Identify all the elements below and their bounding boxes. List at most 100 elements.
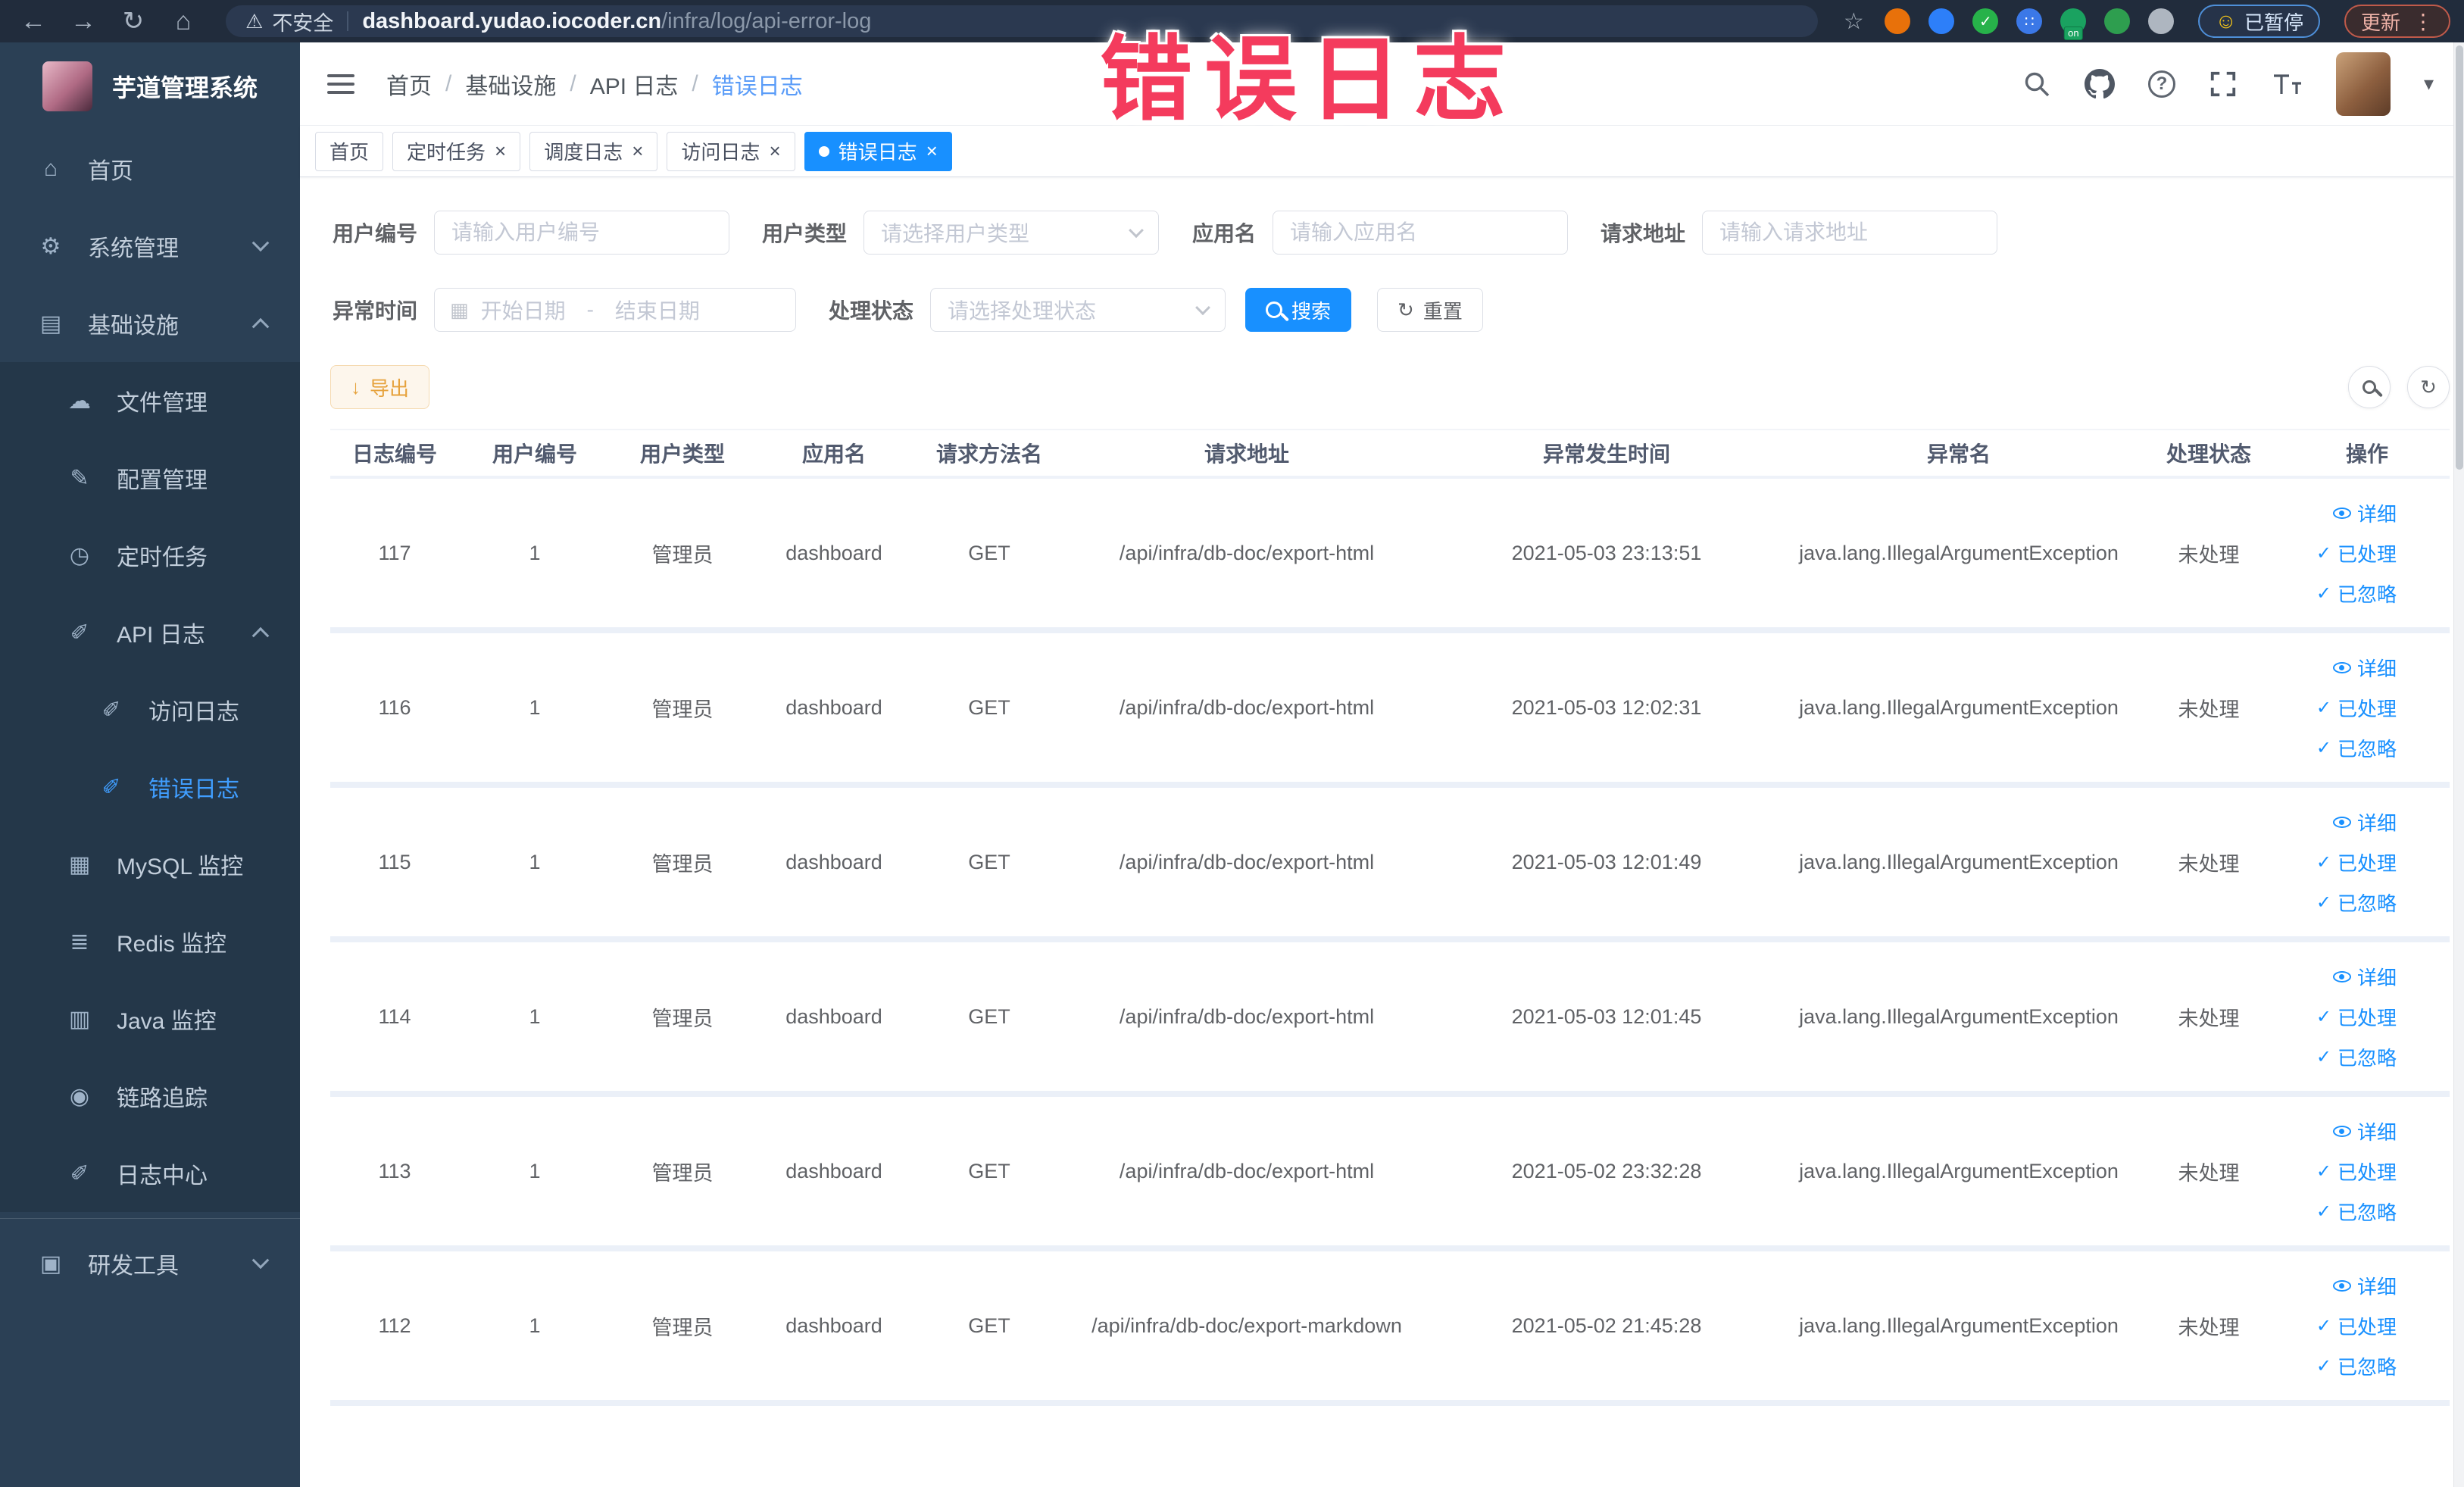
breadcrumb-item[interactable]: 首页: [386, 67, 432, 101]
chevron-down-icon: [251, 234, 270, 252]
hamburger-icon[interactable]: [327, 73, 354, 95]
sidebar-item-java-monitor[interactable]: ▥ Java 监控: [0, 980, 300, 1057]
action-已处理[interactable]: ✓ 已处理: [2316, 1157, 2397, 1186]
fullscreen-icon[interactable]: [2209, 70, 2238, 98]
tab-定时任务[interactable]: 定时任务 ×: [392, 131, 521, 171]
action-已处理[interactable]: ✓ 已处理: [2316, 694, 2397, 722]
user-id-input[interactable]: [434, 211, 729, 255]
ext-green-check-icon[interactable]: ✓: [1972, 8, 1999, 34]
browser-forward-icon[interactable]: →: [64, 0, 103, 42]
close-icon[interactable]: ×: [495, 139, 506, 163]
browser-menu-icon[interactable]: ⋮: [2412, 9, 2434, 34]
sidebar-item-trace[interactable]: ◉ 链路追踪: [0, 1057, 300, 1135]
browser-home-icon[interactable]: ⌂: [164, 0, 203, 42]
action-已处理[interactable]: ✓ 已处理: [2316, 1003, 2397, 1031]
toggle-search-button[interactable]: [2348, 366, 2391, 408]
github-icon[interactable]: [2084, 68, 2115, 99]
tab-首页[interactable]: 首页: [315, 131, 384, 171]
exception-time-range[interactable]: ▦ 开始日期 - 结束日期: [434, 288, 796, 332]
font-size-icon[interactable]: [2271, 70, 2303, 98]
action-详细[interactable]: 详细: [2332, 499, 2397, 527]
action-已忽略[interactable]: ✓ 已忽略: [2316, 579, 2397, 608]
close-icon[interactable]: ×: [769, 139, 780, 163]
logo-image: [42, 61, 92, 111]
request-url-input[interactable]: [1702, 211, 1997, 255]
sidebar-item-log-center[interactable]: ✐ 日志中心: [0, 1135, 300, 1212]
sidebar-item-home[interactable]: ⌂ 首页: [0, 130, 300, 208]
action-已忽略[interactable]: ✓ 已忽略: [2316, 889, 2397, 917]
sidebar-item-redis-monitor[interactable]: ≣ Redis 监控: [0, 903, 300, 980]
check-icon: ✓: [2316, 542, 2331, 564]
action-已忽略[interactable]: ✓ 已忽略: [2316, 1198, 2397, 1226]
action-已忽略[interactable]: ✓ 已忽略: [2316, 1043, 2397, 1071]
close-icon[interactable]: ×: [632, 139, 643, 163]
action-已忽略[interactable]: ✓ 已忽略: [2316, 734, 2397, 762]
process-status-select[interactable]: 请选择处理状态: [930, 288, 1226, 332]
action-详细[interactable]: 详细: [2332, 654, 2397, 682]
sidebar-item-api-log[interactable]: ✐ API 日志: [0, 594, 300, 671]
table-cell: 未处理: [2178, 1007, 2240, 1030]
close-icon[interactable]: ×: [926, 139, 938, 163]
update-label: 更新: [2360, 11, 2400, 34]
paused-pill[interactable]: ☺ 已暂停: [2198, 5, 2320, 38]
ext-on-badge-icon[interactable]: on: [2060, 8, 2087, 40]
scrollbar-thumb[interactable]: [2456, 45, 2463, 470]
table-cell: /api/infra/db-doc/export-html: [1119, 1004, 1375, 1028]
tab-访问日志[interactable]: 访问日志 ×: [667, 131, 795, 171]
sidebar-item-scheduled-jobs[interactable]: ◷ 定时任务: [0, 517, 300, 594]
sidebar-item-devtools[interactable]: ▣ 研发工具: [0, 1225, 300, 1302]
action-label: 已忽略: [2337, 892, 2397, 915]
action-已处理[interactable]: ✓ 已处理: [2316, 539, 2397, 567]
sidebar-logo[interactable]: 芋道管理系统: [0, 42, 300, 130]
update-pill[interactable]: 更新 ⋮: [2344, 5, 2450, 38]
bookmark-star-icon[interactable]: ☆: [1841, 8, 1866, 34]
action-详细[interactable]: 详细: [2332, 808, 2397, 836]
avatar-caret-icon[interactable]: ▾: [2424, 72, 2434, 95]
sidebar-item-mysql-monitor[interactable]: ▦ MySQL 监控: [0, 826, 300, 903]
chevron-down-icon: [251, 1251, 270, 1270]
user-type-select[interactable]: 请选择用户类型: [863, 211, 1159, 255]
action-已处理[interactable]: ✓ 已处理: [2316, 1312, 2397, 1340]
table-cell: 114: [378, 1004, 411, 1028]
help-icon[interactable]: ?: [2147, 70, 2175, 98]
sidebar-item-file-manage[interactable]: ☁ 文件管理: [0, 362, 300, 439]
breadcrumb-item[interactable]: 基础设施: [465, 67, 556, 101]
action-详细[interactable]: 详细: [2332, 1272, 2397, 1300]
browser-back-icon[interactable]: ←: [14, 0, 53, 42]
security-warning-icon[interactable]: ⚠: [245, 10, 263, 33]
window-scrollbar[interactable]: [2453, 42, 2464, 1487]
user-avatar[interactable]: [2335, 52, 2391, 116]
sidebar-item-infra-label: 基础设施: [88, 314, 179, 339]
reset-button[interactable]: ↻ 重置: [1377, 288, 1483, 332]
toolbox-icon: ▣: [39, 1251, 62, 1276]
sidebar-item-error-log-label: 错误日志: [148, 777, 239, 802]
column-header: 异常发生时间: [1542, 442, 1670, 466]
breadcrumb-item[interactable]: API 日志: [590, 67, 679, 101]
ext-grid-icon[interactable]: ∷: [2016, 8, 2043, 34]
address-bar[interactable]: ⚠ 不安全 dashboard.yudao.iocoder.cn /infra/…: [226, 5, 1819, 37]
app-name-input[interactable]: [1273, 211, 1568, 255]
export-button[interactable]: ↓ 导出: [330, 365, 430, 409]
tab-调度日志[interactable]: 调度日志 ×: [529, 131, 658, 171]
sidebar-item-system[interactable]: ⚙ 系统管理: [0, 208, 300, 285]
action-详细[interactable]: 详细: [2332, 963, 2397, 991]
search-icon[interactable]: [2022, 70, 2051, 98]
ext-orange-icon[interactable]: [1885, 8, 1911, 34]
action-已处理[interactable]: ✓ 已处理: [2316, 848, 2397, 876]
browser-reload-icon[interactable]: ↻: [114, 0, 153, 42]
tab-错误日志[interactable]: 错误日志 ×: [804, 131, 952, 171]
search-button[interactable]: 搜索: [1245, 288, 1352, 332]
extensions-puzzle-icon[interactable]: [2148, 8, 2175, 34]
ext-leaf-icon[interactable]: [2104, 8, 2131, 34]
table-cell: GET: [968, 1314, 1010, 1337]
sidebar-item-config-manage[interactable]: ✎ 配置管理: [0, 439, 300, 517]
filter-row-2: 异常时间 ▦ 开始日期 - 结束日期 处理状态 请选择处理状态 搜索 ↻ 重置: [330, 288, 2450, 332]
action-详细[interactable]: 详细: [2332, 1117, 2397, 1145]
sidebar-item-infra[interactable]: ▤ 基础设施: [0, 285, 300, 362]
row-actions: 详细 ✓ 已处理 ✓ 已忽略: [2284, 1272, 2450, 1380]
ext-blue-drop-icon[interactable]: [1928, 8, 1955, 34]
refresh-table-button[interactable]: ↻: [2407, 366, 2450, 408]
sidebar-item-access-log[interactable]: ✐ 访问日志: [0, 671, 300, 748]
action-已忽略[interactable]: ✓ 已忽略: [2316, 1352, 2397, 1380]
sidebar-item-error-log[interactable]: ✐ 错误日志: [0, 748, 300, 826]
